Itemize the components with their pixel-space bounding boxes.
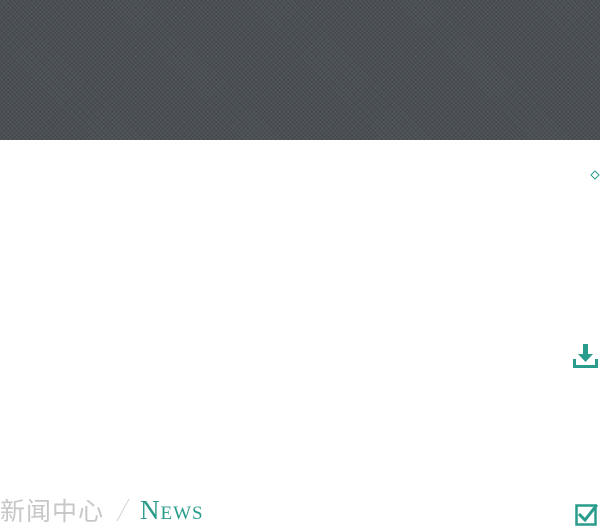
hero-banner — [0, 0, 600, 140]
download-icon[interactable] — [571, 342, 600, 370]
section-title-en: News — [140, 494, 204, 525]
diamond-icon — [590, 170, 600, 180]
section-heading: 新闻中心 News — [0, 494, 204, 526]
checkbox-icon[interactable] — [575, 503, 598, 526]
section-title-zh: 新闻中心 — [0, 497, 105, 526]
page: 新闻中心 News — [0, 0, 600, 526]
title-divider-slash — [116, 498, 130, 522]
